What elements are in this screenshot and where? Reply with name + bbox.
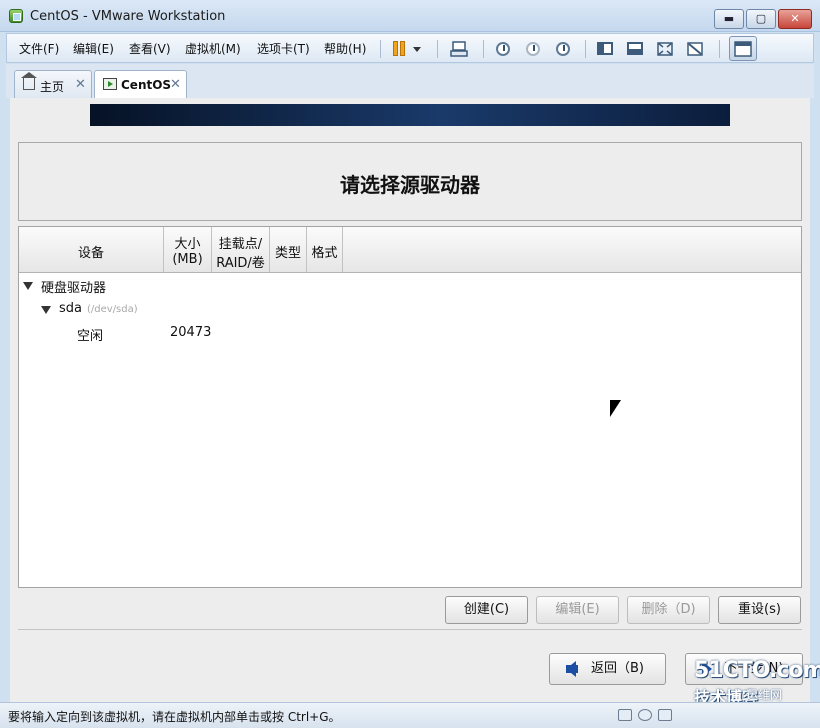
- installer-header: 请选择源驱动器: [18, 142, 802, 221]
- pause-icon[interactable]: [389, 39, 409, 59]
- mouse-cursor-icon: [610, 400, 621, 417]
- create-button[interactable]: 创建(C): [445, 596, 528, 624]
- divider: [18, 629, 802, 630]
- menu-view[interactable]: 查看(V): [129, 40, 171, 57]
- back-button-label: 返回（B): [591, 661, 644, 676]
- status-message: 要将输入定向到该虚拟机，请在虚拟机内部单击或按 Ctrl+G。: [8, 710, 341, 724]
- watermark-main: 51CTO.com: [694, 658, 820, 683]
- show-thumbnails-icon[interactable]: [625, 39, 645, 59]
- column-size[interactable]: 大小 (MB): [164, 227, 212, 272]
- tree-row-hard-drives[interactable]: 硬盘驱动器: [23, 277, 323, 297]
- snapshot-take-icon[interactable]: [493, 39, 513, 59]
- toolbar-separator: [380, 40, 381, 58]
- home-icon: [21, 72, 37, 90]
- column-mount[interactable]: 挂载点/ RAID/卷: [212, 227, 270, 272]
- menu-help[interactable]: 帮助(H): [324, 40, 366, 57]
- tree-label-hard-drives: 硬盘驱动器: [41, 281, 107, 296]
- toolbar-separator: [483, 40, 484, 58]
- fullscreen-icon[interactable]: [655, 39, 675, 59]
- column-type[interactable]: 类型: [270, 227, 307, 272]
- console-view-button[interactable]: [729, 36, 757, 61]
- tab-centos-label: CentOS: [121, 78, 172, 92]
- vm-console[interactable]: 请选择源驱动器 设备 大小 (MB) 挂载点/ RAID/卷 类型 格式 硬盘驱…: [10, 98, 820, 717]
- toolbar-separator: [437, 40, 438, 58]
- tree-label-free: 空闲: [77, 329, 104, 344]
- menu-file[interactable]: 文件(F): [19, 40, 59, 57]
- toolbar-separator: [719, 40, 720, 58]
- tab-home[interactable]: 主页 ✕: [14, 70, 92, 98]
- network-status-icon[interactable]: [658, 709, 672, 721]
- tab-centos[interactable]: CentOS ✕: [94, 70, 187, 99]
- tree-row-sda[interactable]: sda (/dev/sda): [41, 301, 341, 321]
- status-bar: 要将输入定向到该虚拟机，请在虚拟机内部单击或按 Ctrl+G。: [0, 702, 820, 728]
- column-format[interactable]: 格式: [307, 227, 343, 272]
- snapshot-revert-icon[interactable]: [523, 39, 543, 59]
- tree-row-free[interactable]: 空闲 20473: [19, 325, 801, 345]
- delete-button[interactable]: 删除（D): [627, 596, 710, 624]
- tree-label-sda: sda: [59, 301, 82, 316]
- minimize-button[interactable]: ▬: [714, 9, 744, 29]
- show-sidebar-icon[interactable]: [595, 39, 615, 59]
- expander-icon[interactable]: [23, 282, 33, 290]
- tab-centos-close-icon[interactable]: ✕: [170, 77, 181, 92]
- menu-tabs[interactable]: 选项卡(T): [257, 40, 310, 57]
- vmware-app-icon: [9, 9, 23, 23]
- close-button[interactable]: ✕: [778, 9, 812, 29]
- tree-header: 设备 大小 (MB) 挂载点/ RAID/卷 类型 格式: [19, 227, 801, 273]
- window-titlebar: CentOS - VMware Workstation ▬ ▢ ✕: [0, 0, 820, 32]
- vm-icon: [103, 78, 117, 90]
- tab-home-close-icon[interactable]: ✕: [75, 77, 86, 92]
- back-button[interactable]: 返回（B): [549, 653, 666, 685]
- column-device[interactable]: 设备: [19, 227, 164, 272]
- console-view-icon: [733, 39, 753, 59]
- menu-toolbar: 文件(F) 编辑(E) 查看(V) 虚拟机(M) 选项卡(T) 帮助(H): [6, 33, 814, 63]
- device-tree[interactable]: 设备 大小 (MB) 挂载点/ RAID/卷 类型 格式 硬盘驱动器 sda (…: [18, 226, 802, 588]
- window-title: CentOS - VMware Workstation: [30, 9, 226, 24]
- expander-icon[interactable]: [41, 306, 51, 314]
- menu-vm[interactable]: 虚拟机(M): [185, 40, 241, 57]
- tree-label-sda-path: (/dev/sda): [87, 304, 138, 315]
- installer-banner: [90, 104, 730, 126]
- tab-strip: 主页 ✕ CentOS ✕: [6, 64, 814, 99]
- unity-icon[interactable]: [685, 39, 705, 59]
- hard-disk-status-icon[interactable]: [618, 709, 632, 721]
- tree-free-size: 20473: [170, 325, 212, 340]
- tab-home-label: 主页: [40, 80, 65, 94]
- reset-button[interactable]: 重设(s): [718, 596, 801, 624]
- snapshot-manager-icon[interactable]: [553, 39, 573, 59]
- cdrom-status-icon[interactable]: [638, 709, 652, 721]
- watermark: 51CTO.com 技术博客 运维网 iyunv.com: [686, 658, 820, 717]
- send-ctrl-alt-del-icon[interactable]: [449, 39, 469, 59]
- edit-button[interactable]: 编辑(E): [536, 596, 619, 624]
- maximize-button[interactable]: ▢: [746, 9, 776, 29]
- page-title: 请选择源驱动器: [340, 173, 480, 197]
- dropdown-arrow-icon[interactable]: [411, 39, 423, 59]
- toolbar-separator: [585, 40, 586, 58]
- back-arrow-icon: [566, 661, 578, 677]
- menu-edit[interactable]: 编辑(E): [73, 40, 114, 57]
